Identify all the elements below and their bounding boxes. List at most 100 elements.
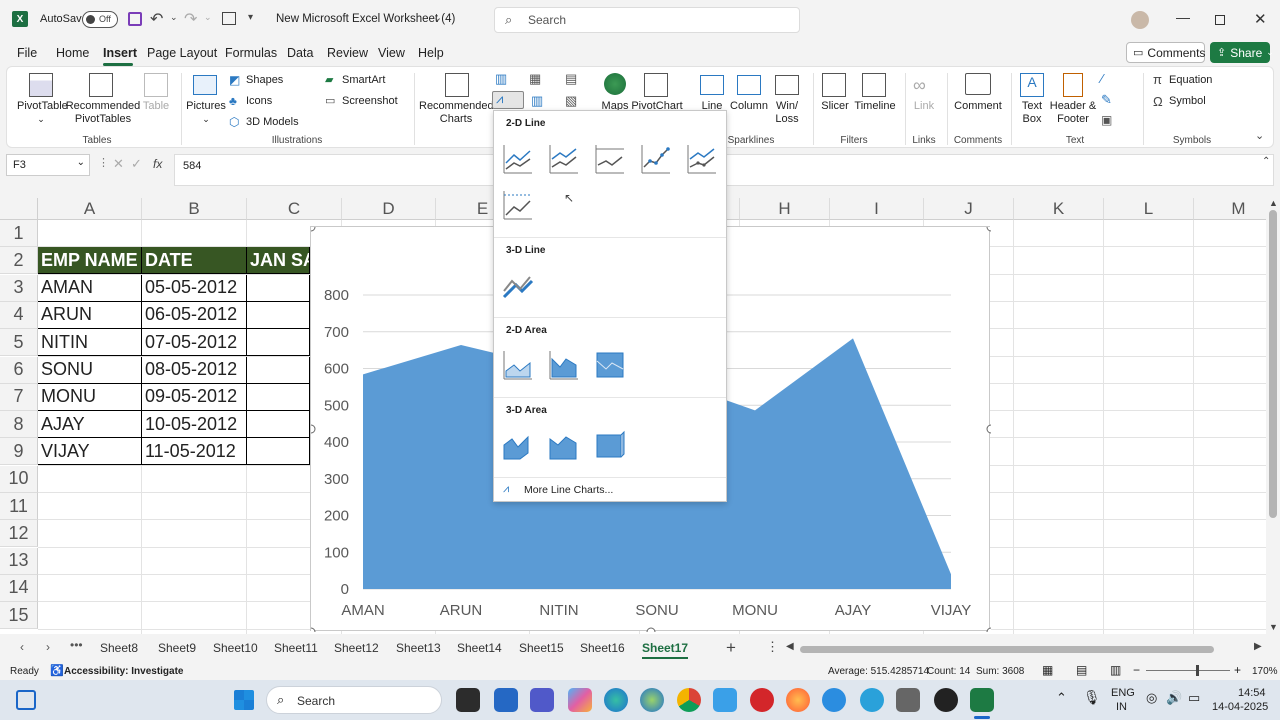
waterfall-chart-icon[interactable]: ▤ bbox=[565, 71, 577, 87]
vertical-scrollbar[interactable]: ▲ ▼ bbox=[1266, 198, 1280, 634]
pictures-icon[interactable] bbox=[193, 75, 217, 95]
menu-help[interactable]: Help bbox=[418, 46, 444, 60]
zoom-in-icon[interactable]: + bbox=[1234, 663, 1241, 677]
screenshot-icon[interactable]: ▭ bbox=[325, 94, 335, 107]
row-header-5[interactable]: 5 bbox=[0, 329, 38, 357]
table-header-cell[interactable]: DATE bbox=[142, 247, 247, 275]
hscroll-right-icon[interactable]: ▶ bbox=[1254, 641, 1262, 652]
row-header-1[interactable]: 1 bbox=[0, 220, 38, 247]
smartart-icon[interactable]: ▰ bbox=[325, 73, 333, 86]
table-cell[interactable] bbox=[247, 356, 310, 384]
stacked-line-chart-option[interactable] bbox=[548, 143, 580, 175]
scroll-tabs-left-icon[interactable]: ‹ bbox=[20, 640, 24, 654]
sheet-tab-sheet15[interactable]: Sheet15 bbox=[519, 641, 564, 655]
app-icon[interactable] bbox=[713, 688, 737, 712]
shapes-icon[interactable]: ◩ bbox=[229, 73, 240, 87]
slicer-icon[interactable] bbox=[822, 73, 846, 97]
microphone-icon[interactable]: 🎙 bbox=[1083, 689, 1101, 706]
menu-insert[interactable]: Insert bbox=[103, 46, 137, 60]
scroll-tabs-right-icon[interactable]: › bbox=[46, 640, 50, 654]
comment-icon[interactable] bbox=[965, 73, 991, 95]
3d-models-icon[interactable]: ⬡ bbox=[229, 115, 239, 129]
menu-home[interactable]: Home bbox=[56, 46, 89, 60]
sheet-tab-sheet13[interactable]: Sheet13 bbox=[396, 641, 441, 655]
column-header-d[interactable]: D bbox=[342, 198, 436, 220]
vscroll-down-icon[interactable]: ▼ bbox=[1269, 622, 1278, 632]
line-chart-button[interactable]: ⩘ bbox=[492, 91, 524, 109]
show-hidden-icons[interactable]: ⌃ bbox=[1056, 690, 1067, 706]
page-layout-view-icon[interactable]: ▤ bbox=[1076, 663, 1087, 677]
network-icon[interactable]: ◎ bbox=[1146, 690, 1157, 706]
row-header-8[interactable]: 8 bbox=[0, 411, 38, 439]
customize-qat-icon[interactable]: ▾ bbox=[248, 12, 253, 23]
header-footer-button[interactable]: Header & Footer bbox=[1049, 100, 1097, 126]
pivottable-button[interactable]: PivotTable bbox=[17, 100, 68, 113]
share-button[interactable]: ⇪ Share ⌄ bbox=[1210, 42, 1274, 63]
table-cell[interactable] bbox=[247, 411, 310, 439]
100-stacked-line-with-markers-option[interactable] bbox=[502, 189, 534, 221]
volume-icon[interactable]: 🔊 bbox=[1166, 690, 1182, 706]
copilot-icon[interactable] bbox=[568, 688, 592, 712]
table-cell[interactable]: 06-05-2012 bbox=[142, 301, 247, 329]
pictures-button[interactable]: Pictures bbox=[185, 100, 227, 113]
row-header-9[interactable]: 9 bbox=[0, 438, 38, 466]
sheet-tab-sheet16[interactable]: Sheet16 bbox=[580, 641, 625, 655]
row-header-14[interactable]: 14 bbox=[0, 574, 38, 602]
recommended-pivottables-icon[interactable] bbox=[89, 73, 113, 97]
accessibility-status[interactable]: Accessibility: Investigate bbox=[64, 666, 184, 677]
column-header-l[interactable]: L bbox=[1104, 198, 1194, 220]
omega-icon[interactable]: Ω bbox=[1153, 94, 1163, 109]
menu-formulas[interactable]: Formulas bbox=[225, 46, 277, 60]
column-header-b[interactable]: B bbox=[142, 198, 247, 220]
column-header-m[interactable]: M bbox=[1194, 198, 1266, 220]
telegram-icon[interactable] bbox=[860, 688, 884, 712]
battery-icon[interactable]: ▭ bbox=[1188, 690, 1200, 706]
table-cell[interactable]: 09-05-2012 bbox=[142, 383, 247, 411]
row-header-2[interactable]: 2 bbox=[0, 247, 38, 275]
pivottable-chevron-icon[interactable]: ⌄ bbox=[35, 113, 47, 126]
header-footer-icon[interactable] bbox=[1063, 73, 1083, 97]
excel-taskbar-icon[interactable] bbox=[970, 688, 994, 712]
table-cell[interactable] bbox=[247, 438, 310, 466]
close-icon[interactable]: ✕ bbox=[1254, 10, 1267, 28]
row-header-13[interactable]: 13 bbox=[0, 547, 38, 575]
table-cell[interactable]: 07-05-2012 bbox=[142, 329, 247, 357]
search-box[interactable]: ⌕ Search bbox=[494, 7, 800, 33]
maps-icon[interactable] bbox=[604, 73, 626, 95]
sheet-options-icon[interactable]: ⋮ bbox=[766, 639, 779, 655]
obs-icon[interactable] bbox=[934, 688, 958, 712]
column-header-k[interactable]: K bbox=[1014, 198, 1104, 220]
pivotchart-icon[interactable] bbox=[644, 73, 668, 97]
zoom-slider[interactable] bbox=[1146, 670, 1230, 671]
table-cell[interactable]: AMAN bbox=[38, 274, 142, 302]
row-header-6[interactable]: 6 bbox=[0, 356, 38, 384]
sheet-tab-sheet11[interactable]: Sheet11 bbox=[274, 641, 318, 655]
comment-button[interactable]: Comment bbox=[953, 100, 1003, 113]
language-indicator-1[interactable]: ENG bbox=[1111, 687, 1135, 699]
recommended-charts-icon[interactable] bbox=[445, 73, 469, 97]
safari-icon[interactable] bbox=[822, 688, 846, 712]
chart-resize-handle[interactable] bbox=[311, 627, 316, 632]
chart-resize-handle[interactable] bbox=[311, 424, 316, 434]
chart-resize-handle[interactable] bbox=[646, 627, 656, 632]
stacked-line-with-markers-option[interactable] bbox=[686, 143, 718, 175]
edge-icon[interactable] bbox=[604, 688, 628, 712]
sheet-tab-sheet9[interactable]: Sheet9 bbox=[158, 641, 196, 655]
row-header-7[interactable]: 7 bbox=[0, 383, 38, 411]
redo-dropdown-icon[interactable]: ⌄ bbox=[204, 12, 212, 23]
table-header-cell[interactable]: EMP NAME bbox=[38, 247, 142, 275]
undo-dropdown-icon[interactable]: ⌄ bbox=[170, 12, 178, 23]
minimize-icon[interactable]: — bbox=[1176, 9, 1190, 25]
hierarchy-chart-icon[interactable]: ▦ bbox=[529, 71, 541, 87]
chart-resize-handle[interactable] bbox=[986, 627, 991, 632]
menu-file[interactable]: File bbox=[17, 46, 37, 60]
line-chart-option[interactable] bbox=[502, 143, 534, 175]
table-cell[interactable]: 11-05-2012 bbox=[142, 438, 247, 466]
table-cell[interactable]: VIJAY bbox=[38, 438, 142, 466]
100-stacked-line-chart-option[interactable] bbox=[594, 143, 626, 175]
sheet-tab-sheet17[interactable]: Sheet17 bbox=[642, 641, 689, 659]
table-cell[interactable]: 10-05-2012 bbox=[142, 411, 247, 439]
column-chart-icon[interactable]: ▥ bbox=[495, 71, 507, 87]
sheet-tab-sheet8[interactable]: Sheet8 bbox=[100, 641, 138, 655]
normal-view-icon[interactable]: ▦ bbox=[1042, 663, 1053, 677]
